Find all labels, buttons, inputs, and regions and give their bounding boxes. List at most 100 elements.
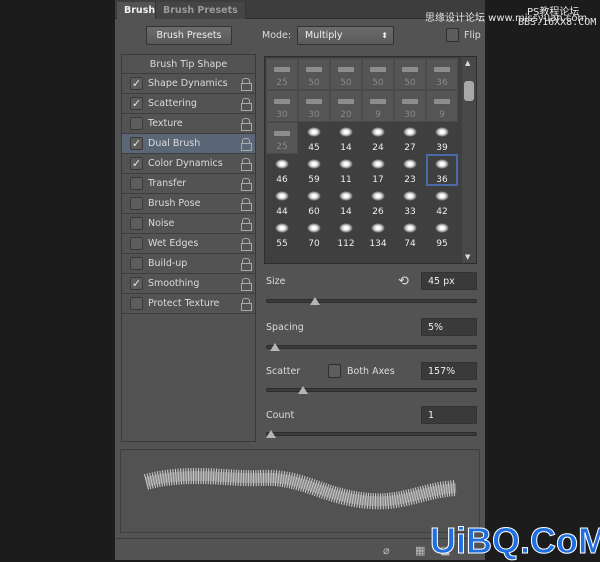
sidebar-item-transfer[interactable]: Transfer <box>122 174 255 194</box>
brush-tip-cell[interactable]: 9 <box>426 90 458 122</box>
brush-tip-cell[interactable]: 60 <box>298 186 330 218</box>
brush-tip-cell[interactable]: 36 <box>426 154 458 186</box>
flip-checkbox[interactable] <box>446 28 459 42</box>
sidebar-item-shape-dynamics[interactable]: ✓ Shape Dynamics <box>122 74 255 94</box>
sidebar-item-brush-tip-shape[interactable]: Brush Tip Shape <box>122 55 255 74</box>
brush-tip-cell[interactable]: 45 <box>298 122 330 154</box>
lock-icon[interactable] <box>241 218 252 231</box>
checkbox[interactable] <box>130 257 143 270</box>
reset-size-icon[interactable]: ⟲ <box>398 274 409 289</box>
brush-tip-cell[interactable]: 30 <box>266 90 298 122</box>
checkbox[interactable] <box>130 177 143 190</box>
brush-tip-cell[interactable]: 14 <box>330 186 362 218</box>
spacing-slider[interactable] <box>266 343 477 351</box>
brush-tip-cell[interactable]: 25 <box>266 122 298 154</box>
checkbox[interactable]: ✓ <box>130 157 143 170</box>
checkbox[interactable] <box>130 217 143 230</box>
sidebar-item-noise[interactable]: Noise <box>122 214 255 234</box>
checkbox[interactable] <box>130 297 143 310</box>
scroll-up-icon[interactable]: ▲ <box>465 59 470 67</box>
tab-brush-presets[interactable]: Brush Presets <box>155 2 246 19</box>
brush-tip-cell[interactable]: 27 <box>394 122 426 154</box>
scatter-slider[interactable] <box>266 386 477 394</box>
sidebar-item-dual-brush[interactable]: ✓ Dual Brush <box>122 134 255 154</box>
brush-tip-cell[interactable]: 39 <box>426 122 458 154</box>
scrollbar[interactable]: ▲ ▼ <box>462 57 476 263</box>
sidebar-item-build-up[interactable]: Build-up <box>122 254 255 274</box>
size-slider[interactable] <box>266 297 477 305</box>
brush-tip-cell[interactable]: 50 <box>394 58 426 90</box>
lock-icon[interactable] <box>241 198 252 211</box>
brush-tip-cell[interactable]: 50 <box>298 58 330 90</box>
brush-tip-cell[interactable]: 74 <box>394 218 426 250</box>
brush-tip-cell[interactable]: 11 <box>330 154 362 186</box>
scrollbar-thumb[interactable] <box>464 81 474 101</box>
sidebar-item-protect-texture[interactable]: Protect Texture <box>122 294 255 314</box>
brush-tip-cell[interactable]: 23 <box>394 154 426 186</box>
brush-tip-cell[interactable]: 24 <box>362 122 394 154</box>
sidebar-item-texture[interactable]: Texture <box>122 114 255 134</box>
both-axes-checkbox[interactable] <box>328 364 341 378</box>
lock-icon[interactable] <box>241 178 252 191</box>
brush-tip-cell[interactable]: 70 <box>298 218 330 250</box>
brush-tip-cell[interactable]: 134 <box>362 218 394 250</box>
size-slider-handle[interactable] <box>310 297 320 305</box>
count-slider[interactable] <box>266 430 477 438</box>
brush-tip-cell[interactable]: 55 <box>266 218 298 250</box>
count-input[interactable]: 1 <box>421 406 477 424</box>
lock-icon[interactable] <box>241 78 252 91</box>
count-slider-handle[interactable] <box>266 430 276 438</box>
brush-presets-button[interactable]: Brush Presets <box>146 26 232 45</box>
brush-tip-cell[interactable]: 44 <box>266 186 298 218</box>
checkbox[interactable] <box>130 237 143 250</box>
toggle-live-tip-icon[interactable]: ⌀ <box>383 544 390 557</box>
spacing-input[interactable]: 5% <box>421 318 477 336</box>
brush-tip-cell[interactable]: 112 <box>330 218 362 250</box>
sidebar-item-scattering[interactable]: ✓ Scattering <box>122 94 255 114</box>
brush-tip-cell[interactable]: 30 <box>298 90 330 122</box>
mode-select[interactable]: Multiply ⬍ <box>297 26 394 45</box>
brush-tip-cell[interactable]: 17 <box>362 154 394 186</box>
brush-tip-cell[interactable]: 33 <box>394 186 426 218</box>
brush-tip-cell[interactable]: 9 <box>362 90 394 122</box>
brush-tip-cell[interactable]: 30 <box>394 90 426 122</box>
size-input[interactable]: 45 px <box>421 272 477 290</box>
brush-tip-cell[interactable]: 20 <box>330 90 362 122</box>
lock-icon[interactable] <box>241 118 252 131</box>
sidebar-item-smoothing[interactable]: ✓ Smoothing <box>122 274 255 294</box>
checkbox[interactable]: ✓ <box>130 97 143 110</box>
scroll-down-icon[interactable]: ▼ <box>465 253 470 261</box>
lock-icon[interactable] <box>241 278 252 291</box>
brush-tip-cell[interactable]: 95 <box>426 218 458 250</box>
brush-thumbnail-icon <box>403 159 417 169</box>
brush-tip-cell[interactable]: 46 <box>266 154 298 186</box>
lock-icon[interactable] <box>241 138 252 151</box>
watermark-ps: PS教程论坛 <box>527 7 580 18</box>
lock-icon[interactable] <box>241 158 252 171</box>
brush-tip-cell[interactable]: 59 <box>298 154 330 186</box>
sidebar-item-color-dynamics[interactable]: ✓ Color Dynamics <box>122 154 255 174</box>
checkbox[interactable] <box>130 117 143 130</box>
checkbox[interactable]: ✓ <box>130 77 143 90</box>
brush-tip-cell[interactable]: 50 <box>330 58 362 90</box>
lock-icon[interactable] <box>241 98 252 111</box>
brush-tip-cell[interactable]: 50 <box>362 58 394 90</box>
brush-size: 39 <box>436 143 448 153</box>
spacing-slider-handle[interactable] <box>270 343 280 351</box>
sidebar-item-brush-pose[interactable]: Brush Pose <box>122 194 255 214</box>
lock-icon[interactable] <box>241 238 252 251</box>
sidebar-item-wet-edges[interactable]: Wet Edges <box>122 234 255 254</box>
checkbox[interactable]: ✓ <box>130 137 143 150</box>
scatter-input[interactable]: 157% <box>421 362 477 380</box>
brush-tip-cell[interactable]: 36 <box>426 58 458 90</box>
brush-tip-cell[interactable]: 26 <box>362 186 394 218</box>
scatter-slider-handle[interactable] <box>298 386 308 394</box>
brush-tip-cell[interactable]: 42 <box>426 186 458 218</box>
brush-tip-cell[interactable]: 25 <box>266 58 298 90</box>
lock-icon[interactable] <box>241 298 252 311</box>
brush-grid-icon[interactable]: ▦ <box>415 544 425 557</box>
brush-tip-cell[interactable]: 14 <box>330 122 362 154</box>
checkbox[interactable] <box>130 197 143 210</box>
lock-icon[interactable] <box>241 258 252 271</box>
checkbox[interactable]: ✓ <box>130 277 143 290</box>
